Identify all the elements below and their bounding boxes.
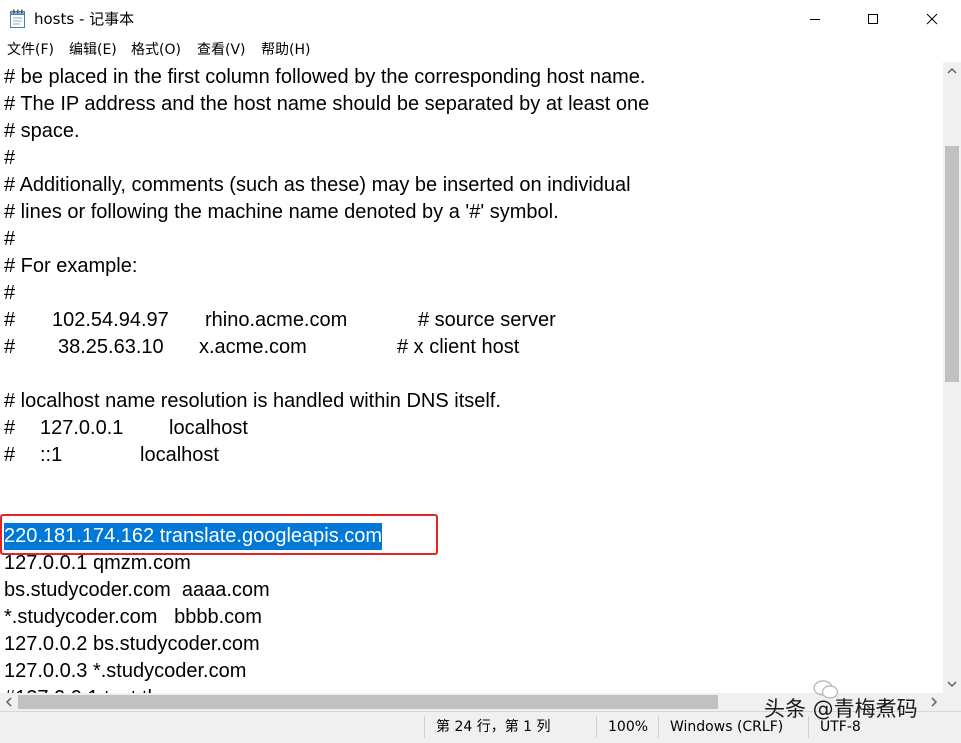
text-line: # 102.54.94.97 rhino.acme.com # source s… [4,309,556,331]
close-icon [926,10,938,29]
scrollbar-corner [943,693,961,711]
status-separator [424,716,425,738]
menu-edit[interactable]: 编辑(E) [68,40,118,60]
close-button[interactable] [903,0,961,38]
menu-help[interactable]: 帮助(H) [260,40,311,60]
notepad-icon [9,9,26,28]
text-line: # 38.25.63.10 x.acme.com # x client host [4,336,520,358]
horizontal-scroll-thumb[interactable] [18,695,718,709]
maximize-icon [867,10,879,29]
status-separator [596,716,597,738]
status-cursor-position: 第 24 行，第 1 列 [436,719,551,735]
text-editor[interactable]: # be placed in the first column followed… [0,62,943,693]
scroll-down-arrow-icon[interactable] [943,675,961,693]
menu-file[interactable]: 文件(F) [6,40,55,60]
vertical-scroll-thumb[interactable] [945,146,959,382]
menu-view[interactable]: 查看(V) [196,40,247,60]
menu-bar: 文件(F) 编辑(E) 格式(O) 查看(V) 帮助(H) [0,38,961,62]
scroll-left-arrow-icon[interactable] [0,693,18,711]
watermark-text: 头条 @青梅煮码 [764,697,918,721]
menu-format[interactable]: 格式(O) [130,40,182,60]
scroll-up-arrow-icon[interactable] [943,62,961,80]
highlight-annotation-box [0,514,438,555]
title-bar: hosts - 记事本 [0,0,961,38]
status-zoom: 100% [608,719,649,735]
text-line: # ::1 localhost [4,444,219,466]
window-title: hosts - 记事本 [34,10,135,28]
text-line: # 127.0.0.1 localhost [4,417,248,439]
minimize-icon [809,10,821,29]
minimize-button[interactable] [786,0,844,38]
maximize-button[interactable] [844,0,902,38]
vertical-scrollbar[interactable] [943,62,961,693]
status-separator [658,716,659,738]
scroll-right-arrow-icon[interactable] [925,693,943,711]
